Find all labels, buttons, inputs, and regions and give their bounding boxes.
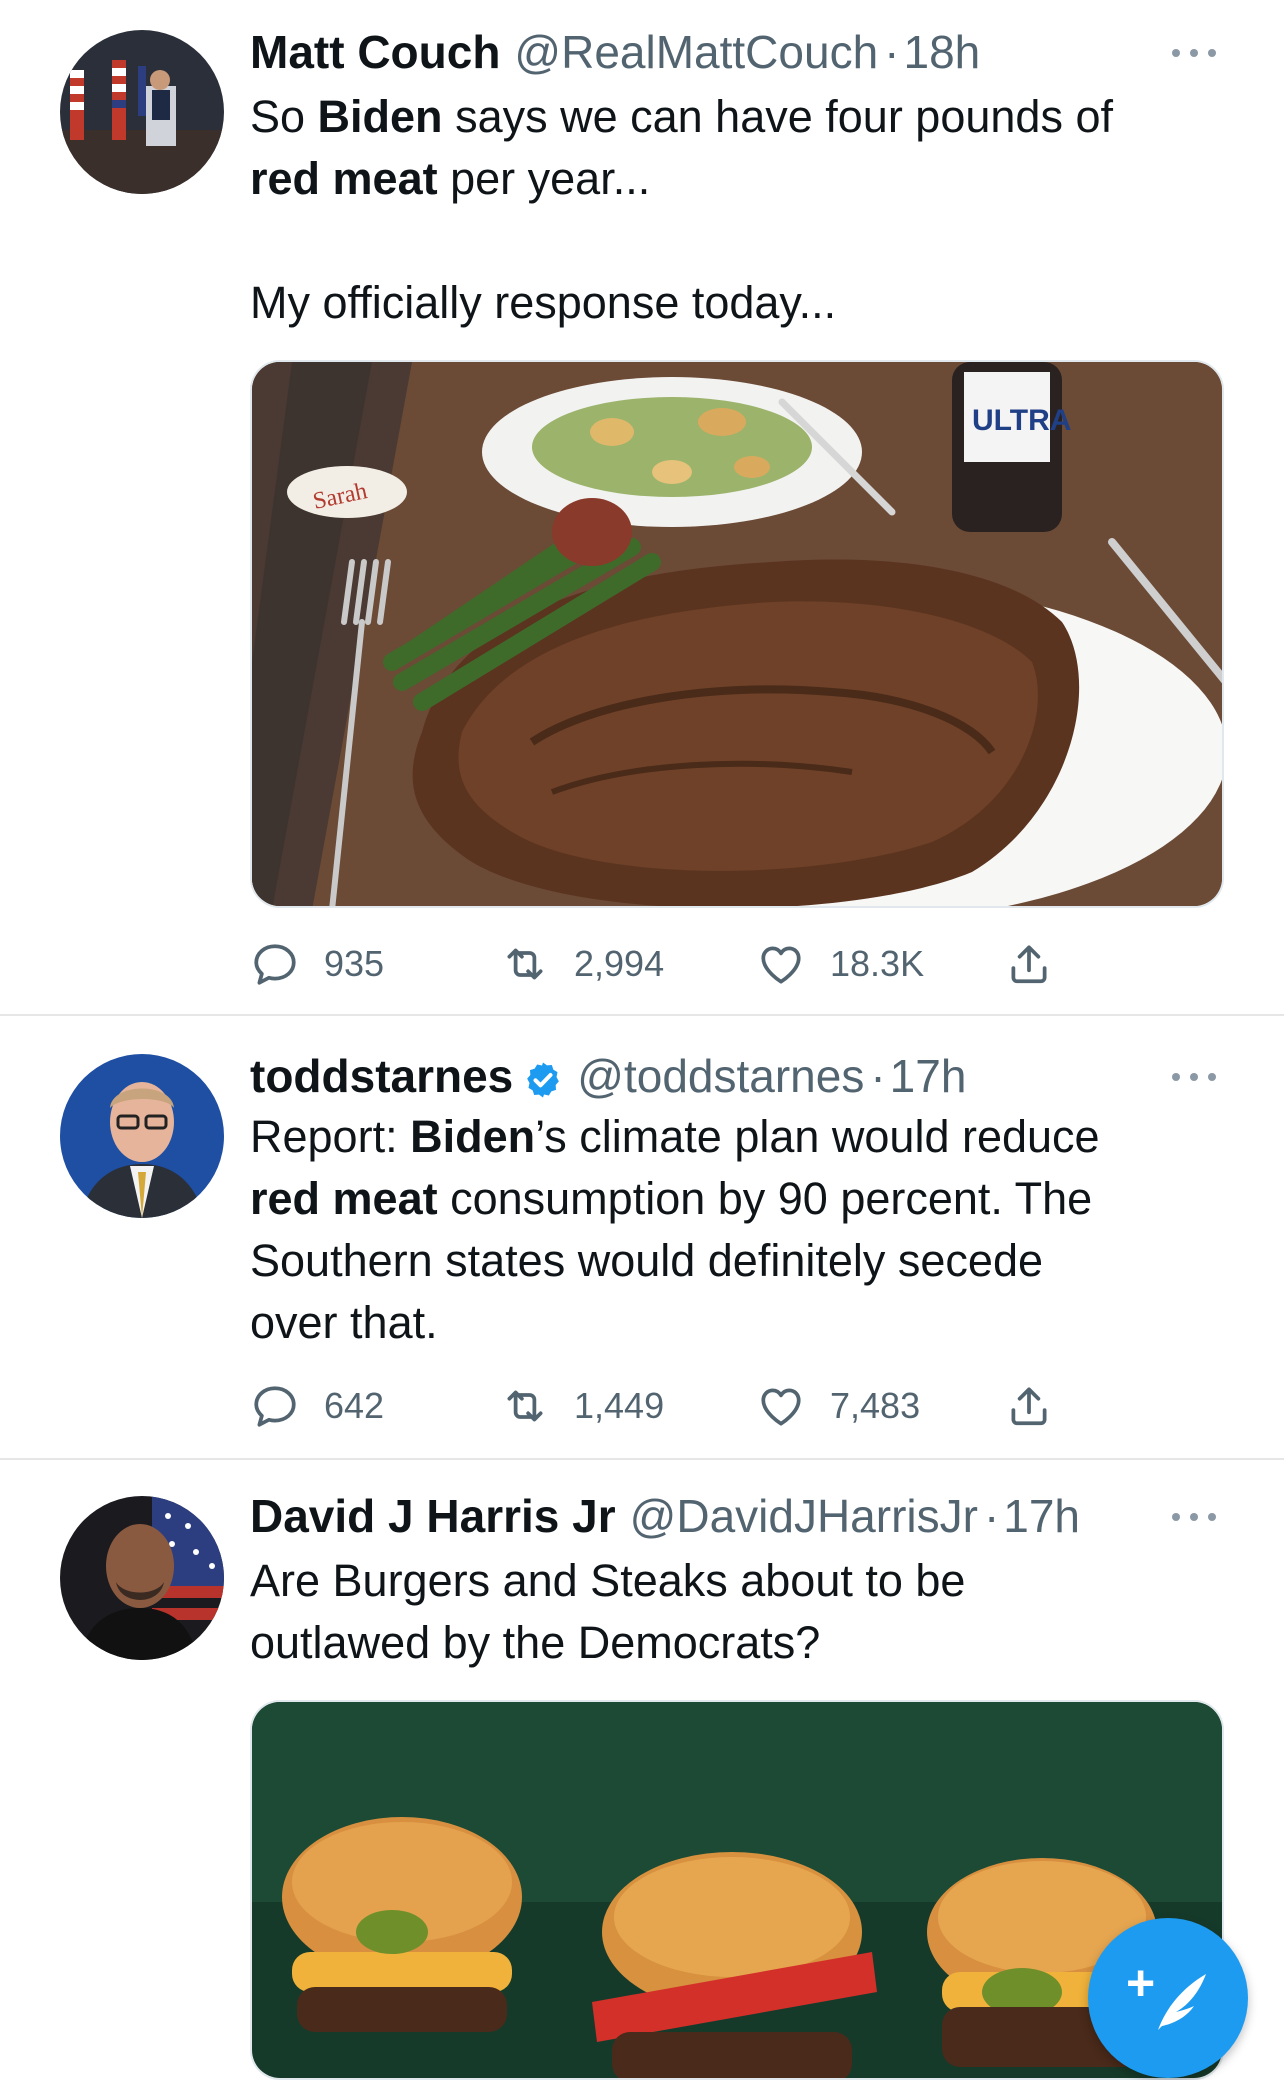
avatar[interactable] [60, 1054, 224, 1218]
retweet-button[interactable]: 2,994 [500, 936, 664, 992]
tweet[interactable]: Matt Couch @RealMattCouch ·18h So Biden sa… [0, 0, 1284, 1016]
timestamp[interactable]: 17h [890, 1050, 967, 1102]
svg-text:+: + [1126, 1955, 1155, 2011]
tweet-actions: 642 1,449 7,483 [250, 1378, 1070, 1434]
compose-tweet-button[interactable]: + [1088, 1918, 1248, 2078]
tweet-text: Report: Biden’s climate plan would reduc… [250, 1106, 1210, 1354]
reply-icon [254, 1386, 296, 1427]
display-name[interactable]: David J Harris Jr [250, 1490, 616, 1542]
heart-icon [761, 946, 801, 984]
retweet-button[interactable]: 1,449 [500, 1378, 664, 1434]
tweet-text-line: Report: Biden’s climate plan would reduc… [250, 1111, 1100, 1162]
burgers-photo [252, 1702, 1222, 2078]
dot-separator: · [884, 26, 900, 78]
tweet-text-line: So Biden says we can have four pounds of [250, 91, 1113, 142]
tweet[interactable]: David J Harris Jr @DavidJHarrisJr ·17h Are… [0, 1458, 1284, 2080]
like-button[interactable]: 18.3K [756, 936, 924, 992]
heart-icon [761, 1388, 801, 1426]
retweet-icon [507, 948, 543, 980]
compose-tweet-icon: + [1126, 1955, 1206, 2030]
reply-count: 642 [324, 1385, 385, 1426]
reply-icon [254, 944, 296, 985]
share-icon [1011, 945, 1047, 984]
share-button[interactable] [1004, 936, 1054, 992]
reply-button[interactable]: 935 [250, 936, 384, 992]
tweet-text-line: Are Burgers and Steaks about to be [250, 1555, 966, 1606]
share-button[interactable] [1004, 1378, 1054, 1434]
retweet-count: 1,449 [574, 1385, 665, 1426]
tweet-header: toddstarnes @toddstarnes ·17h [250, 1048, 1164, 1104]
svg-text:ULTRA: ULTRA [972, 404, 1071, 437]
tweet-image[interactable]: ULTRA Sarah [250, 360, 1224, 908]
tweet-text-line: over that. [250, 1297, 438, 1348]
display-name[interactable]: Matt Couch [250, 26, 500, 78]
tweet-actions: 935 2,994 18.3K [250, 936, 1070, 992]
more-options-icon[interactable] [1172, 42, 1222, 62]
steak-photo: ULTRA Sarah [252, 362, 1222, 906]
tweet-text-line: outlawed by the Democrats? [250, 1617, 821, 1668]
verified-badge-icon [527, 1062, 560, 1098]
like-count: 7,483 [830, 1385, 921, 1426]
tweet-text-line: Southern states would definitely secede [250, 1235, 1043, 1286]
tweet-header: David J Harris Jr @DavidJHarrisJr ·17h [250, 1488, 1164, 1544]
reply-count: 935 [324, 943, 385, 984]
dot-separator: · [870, 1050, 886, 1102]
timestamp[interactable]: 18h [903, 26, 980, 78]
username[interactable]: @DavidJHarrisJr [630, 1490, 978, 1542]
tweet-text-line: red meat per year... [250, 153, 651, 204]
share-icon [1011, 1387, 1047, 1426]
reply-button[interactable]: 642 [250, 1378, 384, 1434]
more-options-icon[interactable] [1172, 1506, 1222, 1526]
avatar[interactable] [60, 1496, 224, 1660]
display-name[interactable]: toddstarnes [250, 1050, 513, 1102]
username[interactable]: @toddstarnes [577, 1050, 864, 1102]
timestamp[interactable]: 17h [1003, 1490, 1080, 1542]
like-count: 18.3K [830, 943, 925, 984]
tweet-text-line: My officially response today... [250, 277, 837, 328]
username[interactable]: @RealMattCouch [514, 26, 878, 78]
tweet-image[interactable] [250, 1700, 1224, 2080]
avatar[interactable] [60, 30, 224, 194]
like-button[interactable]: 7,483 [756, 1378, 920, 1434]
tweet-header: Matt Couch @RealMattCouch ·18h [250, 24, 1164, 80]
tweet[interactable]: toddstarnes @toddstarnes ·17h Report: Bide… [0, 1014, 1284, 1460]
retweet-count: 2,994 [574, 943, 665, 984]
dot-separator: · [983, 1490, 1000, 1542]
tweet-text: So Biden says we can have four pounds of… [250, 86, 1210, 334]
more-options-icon[interactable] [1172, 1066, 1222, 1086]
retweet-icon [507, 1390, 543, 1422]
tweet-text: Are Burgers and Steaks about to be outla… [250, 1550, 1210, 1674]
tweet-text-line: red meat consumption by 90 percent. The [250, 1173, 1093, 1224]
